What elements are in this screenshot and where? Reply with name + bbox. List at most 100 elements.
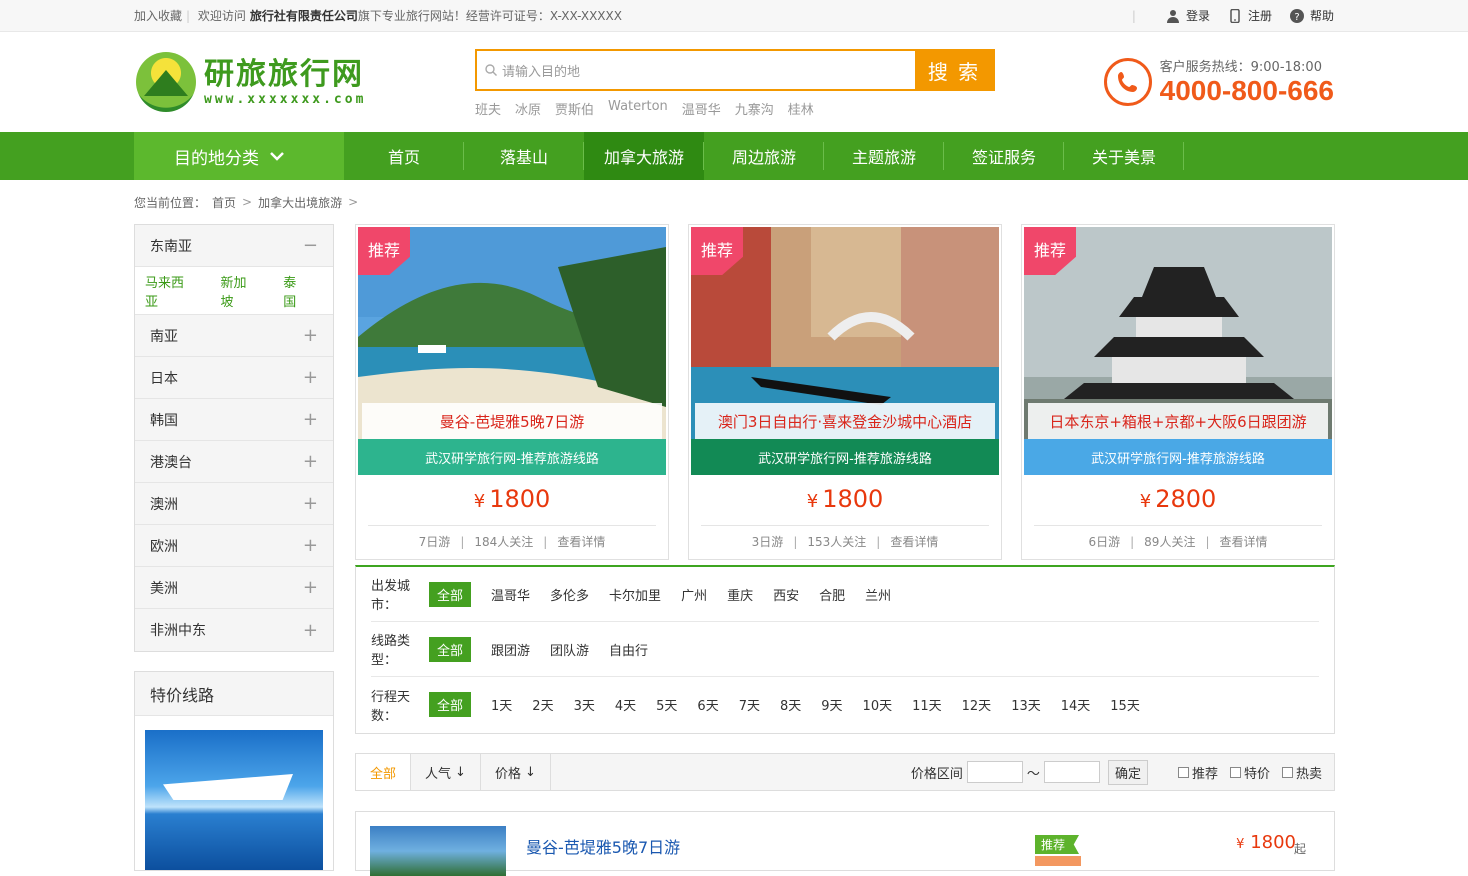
sidebar-group[interactable]: 美洲 + bbox=[135, 567, 333, 609]
sidebar-group[interactable]: 日本 + bbox=[135, 357, 333, 399]
tour-band: 武汉研学旅行网-推荐旅游线路 bbox=[1024, 439, 1332, 475]
sidebar-sub-item[interactable]: 马来西亚 bbox=[145, 272, 197, 310]
price-value: 2800 bbox=[1155, 485, 1217, 513]
tour-meta: 7日游 | 184人关注 | 查看详情 bbox=[418, 535, 606, 549]
view-detail-link[interactable]: 查看详情 bbox=[557, 535, 605, 549]
filter-option[interactable]: 全部 bbox=[429, 692, 472, 717]
filter-option[interactable]: 14天 bbox=[1061, 695, 1091, 714]
tour-list-price: ¥ 1800 bbox=[1236, 832, 1296, 853]
filter-option[interactable]: 2天 bbox=[532, 695, 553, 714]
checkbox-special[interactable]: 特价 bbox=[1229, 763, 1270, 782]
filter-option[interactable]: 8天 bbox=[780, 695, 801, 714]
tour-price: ¥1800 bbox=[689, 485, 1001, 513]
cruise-ship-image[interactable] bbox=[145, 730, 323, 870]
filter-option[interactable]: 15天 bbox=[1110, 695, 1140, 714]
filter-option[interactable]: 全部 bbox=[429, 636, 472, 662]
sidebar-group[interactable]: 澳洲 + bbox=[135, 483, 333, 525]
filter-option[interactable]: 5天 bbox=[656, 695, 677, 714]
tour-list-title[interactable]: 曼谷-芭堤雅5晚7日游 bbox=[526, 834, 680, 858]
filter-option[interactable]: 重庆 bbox=[727, 585, 753, 604]
checkbox-hot[interactable]: 热卖 bbox=[1281, 763, 1322, 782]
filter-option[interactable]: 7天 bbox=[739, 695, 760, 714]
filter-option[interactable]: 6天 bbox=[697, 695, 718, 714]
checkbox-recommend[interactable]: 推荐 bbox=[1177, 763, 1218, 782]
sidebar-group-label: 日本 bbox=[150, 370, 178, 387]
price-min-input[interactable] bbox=[966, 761, 1023, 783]
tour-days: 6日游 bbox=[1088, 535, 1121, 549]
view-detail-link[interactable]: 查看详情 bbox=[1220, 535, 1268, 549]
filter-route-type: 线路类型： 全部 跟团游 团队游 自由行 bbox=[371, 622, 1319, 677]
arrow-down-icon: ↓ bbox=[524, 764, 536, 780]
filter-departure-city: 出发城市： 全部 温哥华 多伦多 卡尔加里 广州 重庆 西安 合肥 兰州 bbox=[371, 567, 1319, 622]
filter-option[interactable]: 13天 bbox=[1011, 695, 1041, 714]
filter-option[interactable]: 3天 bbox=[574, 695, 595, 714]
tour-band: 武汉研学旅行网-推荐旅游线路 bbox=[691, 439, 999, 475]
recommend-badge: 推荐 bbox=[1035, 835, 1080, 854]
sidebar-group-label: 澳洲 bbox=[150, 496, 178, 513]
plus-icon: + bbox=[302, 535, 318, 556]
view-detail-link[interactable]: 查看详情 bbox=[890, 535, 938, 549]
plus-icon: + bbox=[302, 493, 318, 514]
sidebar-group-label: 港澳台 bbox=[150, 454, 192, 471]
tour-card[interactable]: 推荐 日本东京+箱根+京都+大阪6日跟团游 武汉研学旅行网-推荐旅游线路 ¥28… bbox=[1021, 224, 1335, 560]
filter-option[interactable]: 广州 bbox=[681, 585, 707, 604]
tour-card[interactable]: 推荐 澳门3日自由行·喜来登金沙城中心酒店 武汉研学旅行网-推荐旅游线路 ¥18… bbox=[688, 224, 1002, 560]
filter-option[interactable]: 1天 bbox=[491, 695, 512, 714]
sort-bar: 全部 人气 ↓ 价格 ↓ 价格区间 ～ 确定 推荐 特价 热卖 bbox=[355, 753, 1335, 791]
price-max-input[interactable] bbox=[1043, 761, 1100, 783]
tour-title[interactable]: 曼谷-芭堤雅5晚7日游 bbox=[362, 403, 662, 439]
sort-tab-popularity[interactable]: 人气 ↓ bbox=[411, 754, 481, 790]
tour-list-item[interactable]: 曼谷-芭堤雅5晚7日游 推荐 ¥ 1800 起 bbox=[355, 811, 1335, 876]
sidebar-group[interactable]: 韩国 + bbox=[135, 399, 333, 441]
sidebar-group-label: 韩国 bbox=[150, 412, 178, 429]
sort-tab-all[interactable]: 全部 bbox=[356, 754, 412, 790]
filter-option[interactable]: 12天 bbox=[962, 695, 992, 714]
tour-price: ¥1800 bbox=[356, 485, 668, 513]
price-value: 1800 bbox=[1250, 832, 1296, 853]
filter-option[interactable]: 温哥华 bbox=[491, 585, 530, 604]
sidebar-group[interactable]: 欧洲 + bbox=[135, 525, 333, 567]
sidebar-sub-item[interactable]: 新加坡 bbox=[221, 272, 260, 310]
price-range-label: 价格区间 bbox=[910, 766, 963, 782]
sidebar-group-label: 欧洲 bbox=[150, 538, 178, 555]
filter-option[interactable]: 西安 bbox=[773, 585, 799, 604]
sidebar-sub-item[interactable]: 泰国 bbox=[283, 272, 309, 310]
checkbox-label: 推荐 bbox=[1191, 766, 1218, 782]
checkbox-label: 特价 bbox=[1243, 766, 1270, 782]
filter-option[interactable]: 11天 bbox=[912, 695, 942, 714]
filter-option[interactable]: 合肥 bbox=[819, 585, 845, 604]
checkbox-label: 热卖 bbox=[1295, 766, 1322, 782]
filter-option[interactable]: 全部 bbox=[429, 581, 472, 607]
filter-option[interactable]: 多伦多 bbox=[550, 585, 589, 604]
sidebar-group-label: 南亚 bbox=[150, 328, 178, 345]
filter-option[interactable]: 跟团游 bbox=[491, 640, 530, 659]
filter-option[interactable]: 9天 bbox=[821, 695, 842, 714]
tour-title[interactable]: 日本东京+箱根+京都+大阪6日跟团游 bbox=[1028, 403, 1328, 439]
minus-icon: − bbox=[302, 235, 318, 256]
price-range: 价格区间 ～ 确定 推荐 特价 热卖 bbox=[910, 759, 1334, 785]
sort-tab-price[interactable]: 价格 ↓ bbox=[481, 754, 551, 790]
special-offers-panel: 特价线路 bbox=[134, 671, 334, 871]
sidebar-group[interactable]: 南亚 + bbox=[135, 315, 333, 357]
tour-thumbnail[interactable] bbox=[370, 826, 506, 876]
tour-meta: 3日游 | 153人关注 | 查看详情 bbox=[751, 535, 939, 549]
tour-title[interactable]: 澳门3日自由行·喜来登金沙城中心酒店 bbox=[695, 403, 995, 439]
sidebar-group[interactable]: 非洲中东 + bbox=[135, 609, 333, 651]
arrow-down-icon: ↓ bbox=[455, 764, 466, 780]
filter-option[interactable]: 卡尔加里 bbox=[609, 585, 661, 604]
sidebar-group-southeast-asia[interactable]: 东南亚 − bbox=[135, 225, 333, 267]
sidebar-group-label: 东南亚 bbox=[150, 238, 192, 255]
filter-option[interactable]: 兰州 bbox=[865, 585, 891, 604]
sidebar-group[interactable]: 港澳台 + bbox=[135, 441, 333, 483]
filter-option[interactable]: 团队游 bbox=[550, 640, 589, 659]
destination-sidebar: 东南亚 − 马来西亚 新加坡 泰国 南亚 + 日本 + 韩国 + 港澳台 + 澳洲 + 欧洲… bbox=[134, 224, 334, 871]
plus-icon: + bbox=[302, 577, 318, 598]
tour-follows: 153人关注 bbox=[807, 535, 867, 549]
filter-option[interactable]: 10天 bbox=[863, 695, 893, 714]
tour-card[interactable]: 推荐 曼谷-芭堤雅5晚7日游 武汉研学旅行网-推荐旅游线路 ¥1800 7日游 |… bbox=[355, 224, 669, 560]
price-confirm-button[interactable]: 确定 bbox=[1107, 759, 1148, 785]
filter-option[interactable]: 4天 bbox=[615, 695, 636, 714]
plus-icon: + bbox=[302, 325, 318, 346]
sort-tab-label: 价格 bbox=[494, 766, 521, 782]
filter-option[interactable]: 自由行 bbox=[609, 640, 648, 659]
